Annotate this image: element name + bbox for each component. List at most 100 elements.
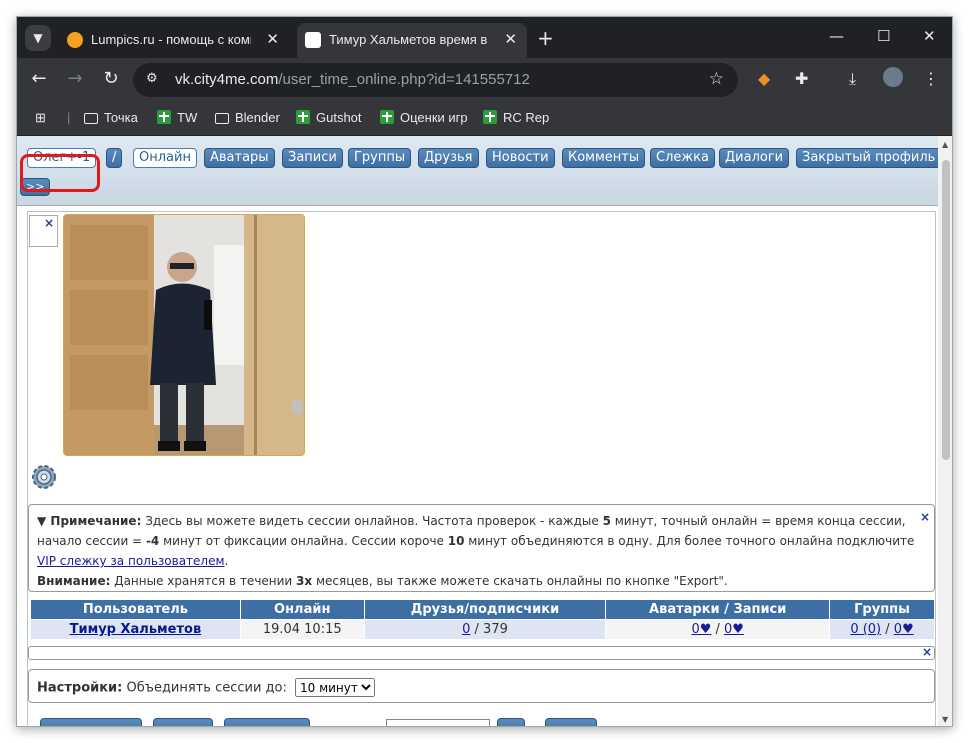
bookmark-tochka[interactable]: Точка [84,110,138,125]
profile-photo[interactable] [63,214,305,456]
menu-online-button[interactable]: Онлайн [133,148,197,168]
vip-tracking-link[interactable]: VIP слежку за пользователем [37,554,225,568]
maximize-icon[interactable]: ☐ [877,27,890,45]
scroll-up-icon[interactable]: ▲ [942,140,948,149]
scroll-down-icon[interactable]: ▼ [942,715,948,724]
note-freq: 5 [602,514,611,528]
menu-posts-button[interactable]: Записи [282,148,343,168]
tab-search-button[interactable]: ▼ [25,25,51,51]
user-name-link[interactable]: Тимур Хальметов [70,622,202,637]
close-icon[interactable]: × [920,507,930,527]
user-table: Пользователь Онлайн Друзья/подписчики Ав… [30,599,935,640]
friends-cell: 0 / 379 [363,619,607,640]
note-box: × ▼ Примечание: Здесь вы можете видеть с… [28,504,935,592]
close-icon[interactable]: × [44,216,54,230]
warning-text: Данные хранятся в течении [110,574,297,588]
cutoff-button[interactable] [224,718,310,726]
close-icon[interactable]: × [922,645,932,659]
note-text: минут от фиксации онлайна. Сессии короче [159,534,448,548]
cutoff-button[interactable] [545,718,597,726]
col-online-header: Онлайн [239,599,365,620]
close-tab-icon[interactable]: ✕ [504,30,517,48]
folder-icon [84,113,98,124]
menu-groups-button[interactable]: Группы [348,148,412,168]
settings-panel: Настройки: Объединять сессии до: 10 мину… [28,669,935,703]
settings-label: Настройки: [37,680,123,696]
green-plus-icon [157,110,171,124]
menu-avatars-button[interactable]: Аватары [204,148,275,168]
groups-cell: 0 (0) / 0♥ [829,619,935,640]
user-cell: Тимур Хальметов [30,619,241,640]
green-plus-icon [483,110,497,124]
menu-news-button[interactable]: Новости [486,148,555,168]
tab-city4me[interactable]: Тимур Хальметов время в сети ✕ [297,23,527,58]
content-panel: × × ▼ Примечание: Здесь вы можете видеть… [27,211,936,726]
site-settings-icon[interactable]: ⚙ [146,71,166,89]
apps-grid-icon[interactable]: ⊞ [35,110,46,126]
groups-link[interactable]: 0 (0) [850,622,881,637]
note-text: Здесь вы можете видеть сессии онлайнов. … [141,514,603,528]
col-groups-header: Группы [829,599,935,620]
avatars-cell: 0♥ / 0♥ [605,619,831,640]
cutoff-button[interactable] [497,718,525,726]
profile-avatar-icon[interactable] [883,67,903,87]
bookmark-gutshot[interactable]: Gutshot [296,110,362,125]
new-tab-button[interactable]: + [537,26,554,50]
cutoff-button[interactable] [40,718,142,726]
warning-months: 3х [296,574,313,588]
menu-private-profile-button[interactable]: Закрытый профиль [796,148,938,168]
reload-icon[interactable]: ↻ [99,68,123,89]
col-friends-header: Друзья/подписчики [363,599,607,620]
page-viewport: Олег+-1 / Онлайн Аватары Записи Группы Д… [17,136,938,726]
forward-arrow-icon[interactable]: → [63,68,87,89]
minimize-icon[interactable]: — [829,27,844,45]
separator: / [711,622,725,637]
browser-toolbar: ← → ↻ ⚙ vk.city4me.com/user_time_online.… [17,58,952,102]
online-cell: 19.04 10:15 [239,619,365,640]
note-offset: -4 [145,534,160,548]
cutoff-button[interactable] [153,718,213,726]
bookmark-tw[interactable]: TW [157,110,197,125]
close-tab-icon[interactable]: ✕ [266,30,279,48]
separator: / [881,622,894,637]
download-icon[interactable]: ⤓ [849,69,856,89]
collapsed-panel: × [28,645,935,660]
page-scrollbar[interactable]: ▲ ▼ [938,136,952,726]
bookmark-star-icon[interactable]: ☆ [709,69,724,89]
menu-slash-button[interactable]: / [106,148,123,168]
menu-friends-button[interactable]: Друзья [418,148,479,168]
bookmark-ocenki[interactable]: Оценки игр [380,110,468,125]
extension-fox-icon[interactable]: ◆ [758,69,770,88]
extensions-puzzle-icon[interactable]: ✚ [795,69,808,88]
browser-window: ▼ Lumpics.ru - помощь с компью ✕ Тимур Х… [16,16,953,727]
back-arrow-icon[interactable]: ← [27,68,51,89]
merge-sessions-select[interactable]: 10 минут [295,678,375,697]
bookmark-rcrep[interactable]: RC Rep [483,110,549,125]
menu-comments-button[interactable]: Комменты [562,148,646,168]
bookmarks-separator: | [67,110,71,125]
close-window-icon[interactable]: ✕ [923,27,936,45]
bottom-controls-cutoff [28,712,935,726]
city4me-favicon-icon [305,32,321,48]
posts-link[interactable]: 0♥ [724,622,744,637]
warning-title: Внимание: [37,574,111,588]
gear-icon[interactable] [31,464,57,490]
settings-text: Объединять сессии до: [122,680,287,696]
menu-dialogs-button[interactable]: Диалоги [719,148,790,168]
note-text: . [224,554,229,568]
address-bar[interactable]: ⚙ vk.city4me.com/user_time_online.php?id… [133,63,738,97]
note-title: ▼ Примечание: [37,514,142,528]
table-row: Тимур Хальметов 19.04 10:15 0 / 379 0♥ /… [30,619,935,640]
tab-lumpics[interactable]: Lumpics.ru - помощь с компью ✕ [59,23,289,58]
menu-tracking-button[interactable]: Слежка [650,148,715,168]
avatars-link[interactable]: 0♥ [691,622,711,637]
scroll-thumb[interactable] [942,160,950,460]
groups2-link[interactable]: 0♥ [894,622,914,637]
small-image-box: × [29,215,58,247]
lumpics-favicon-icon [67,32,83,48]
date-input[interactable] [386,719,490,726]
tab-strip: ▼ Lumpics.ru - помощь с компью ✕ Тимур Х… [17,17,952,58]
bookmark-blender[interactable]: Blender [215,110,280,125]
warning-text: месяцев, вы также можете скачать онлайны… [312,574,728,588]
menu-dots-icon[interactable]: ⋮ [923,69,939,88]
